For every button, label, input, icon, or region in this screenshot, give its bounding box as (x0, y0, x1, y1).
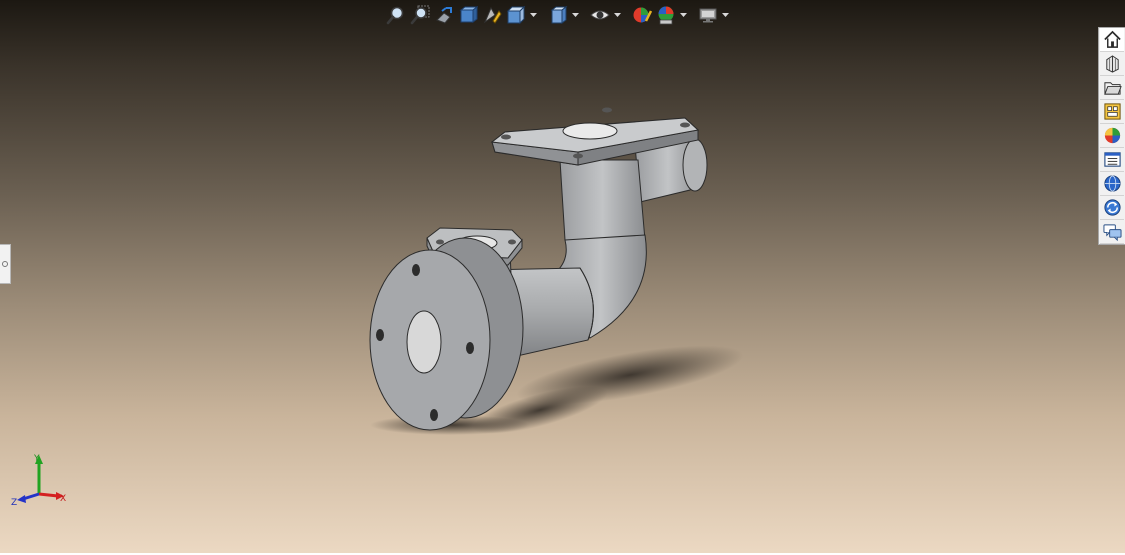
triad-y-label: Y (33, 454, 40, 464)
appearances-scenes-icon (1104, 127, 1120, 144)
chevron-down-icon (613, 12, 621, 17)
zoom-to-fit-icon (386, 6, 404, 25)
vertical-pipe (559, 159, 646, 245)
pipe-elbow-model[interactable] (340, 90, 760, 450)
triad-x-label: X (60, 494, 66, 504)
graphics-area[interactable]: Y X Z (0, 0, 1125, 555)
tab-custom-properties[interactable] (1100, 148, 1124, 172)
tab-solidworks-resources[interactable] (1100, 172, 1124, 196)
zoom-to-area-button[interactable] (409, 4, 431, 26)
section-view-button[interactable] (457, 4, 479, 26)
tab-document-recovery[interactable] (1100, 220, 1124, 244)
heads-up-view-toolbar (385, 3, 729, 27)
edit-appearance-icon (633, 7, 652, 23)
reference-triad: Y X Z (11, 454, 66, 508)
zoom-to-fit-button[interactable] (385, 4, 407, 26)
view-settings-button[interactable] (697, 4, 719, 26)
previous-view-button[interactable] (433, 4, 455, 26)
tab-view-palette[interactable] (1100, 100, 1124, 124)
feature-manager-expand-handle[interactable] (0, 244, 11, 284)
hide-show-items-dropdown[interactable] (613, 4, 621, 26)
tab-appearances-scenes[interactable] (1100, 124, 1124, 148)
custom-properties-icon (1103, 152, 1121, 167)
chevron-down-icon (571, 12, 579, 17)
monitor-icon (699, 8, 717, 23)
view-palette-icon (1103, 103, 1121, 120)
task-pane-tabs (1098, 27, 1125, 245)
view-orientation-button[interactable] (505, 4, 527, 26)
apply-scene-icon (658, 6, 674, 25)
view-orientation-dropdown[interactable] (529, 4, 537, 26)
hide-show-items-button[interactable] (589, 4, 611, 26)
chevron-down-icon (529, 12, 537, 17)
home-icon (1103, 30, 1121, 48)
large-round-flange (369, 237, 524, 431)
folder-icon (1103, 82, 1122, 95)
previous-view-icon (436, 7, 452, 24)
edit-appearance-button[interactable] (631, 4, 653, 26)
apply-scene-dropdown[interactable] (679, 4, 687, 26)
view-settings-dropdown[interactable] (721, 4, 729, 26)
tab-home[interactable] (1100, 28, 1124, 52)
chevron-down-icon (721, 12, 729, 17)
dynamic-annotation-views-button[interactable] (481, 4, 503, 26)
display-style-button[interactable] (547, 4, 569, 26)
tab-forum[interactable] (1100, 196, 1124, 220)
dynamic-annotation-views-icon (483, 6, 502, 24)
display-style-icon (550, 6, 568, 24)
chevron-down-icon (679, 12, 687, 17)
chat-bubbles-icon (1102, 224, 1122, 241)
view-orientation-icon (506, 5, 526, 25)
globe-icon (1103, 175, 1121, 192)
design-library-icon (1105, 55, 1119, 73)
expand-arrow-icon (2, 261, 8, 267)
zoom-to-area-icon (410, 5, 430, 25)
eye-icon (590, 10, 610, 20)
display-style-dropdown[interactable] (571, 4, 579, 26)
refresh-globe-icon (1103, 199, 1121, 216)
triad-z-label: Z (11, 498, 17, 508)
tab-file-explorer[interactable] (1100, 76, 1124, 100)
section-view-icon (459, 6, 478, 23)
apply-scene-button[interactable] (655, 4, 677, 26)
tab-design-library[interactable] (1100, 52, 1124, 76)
